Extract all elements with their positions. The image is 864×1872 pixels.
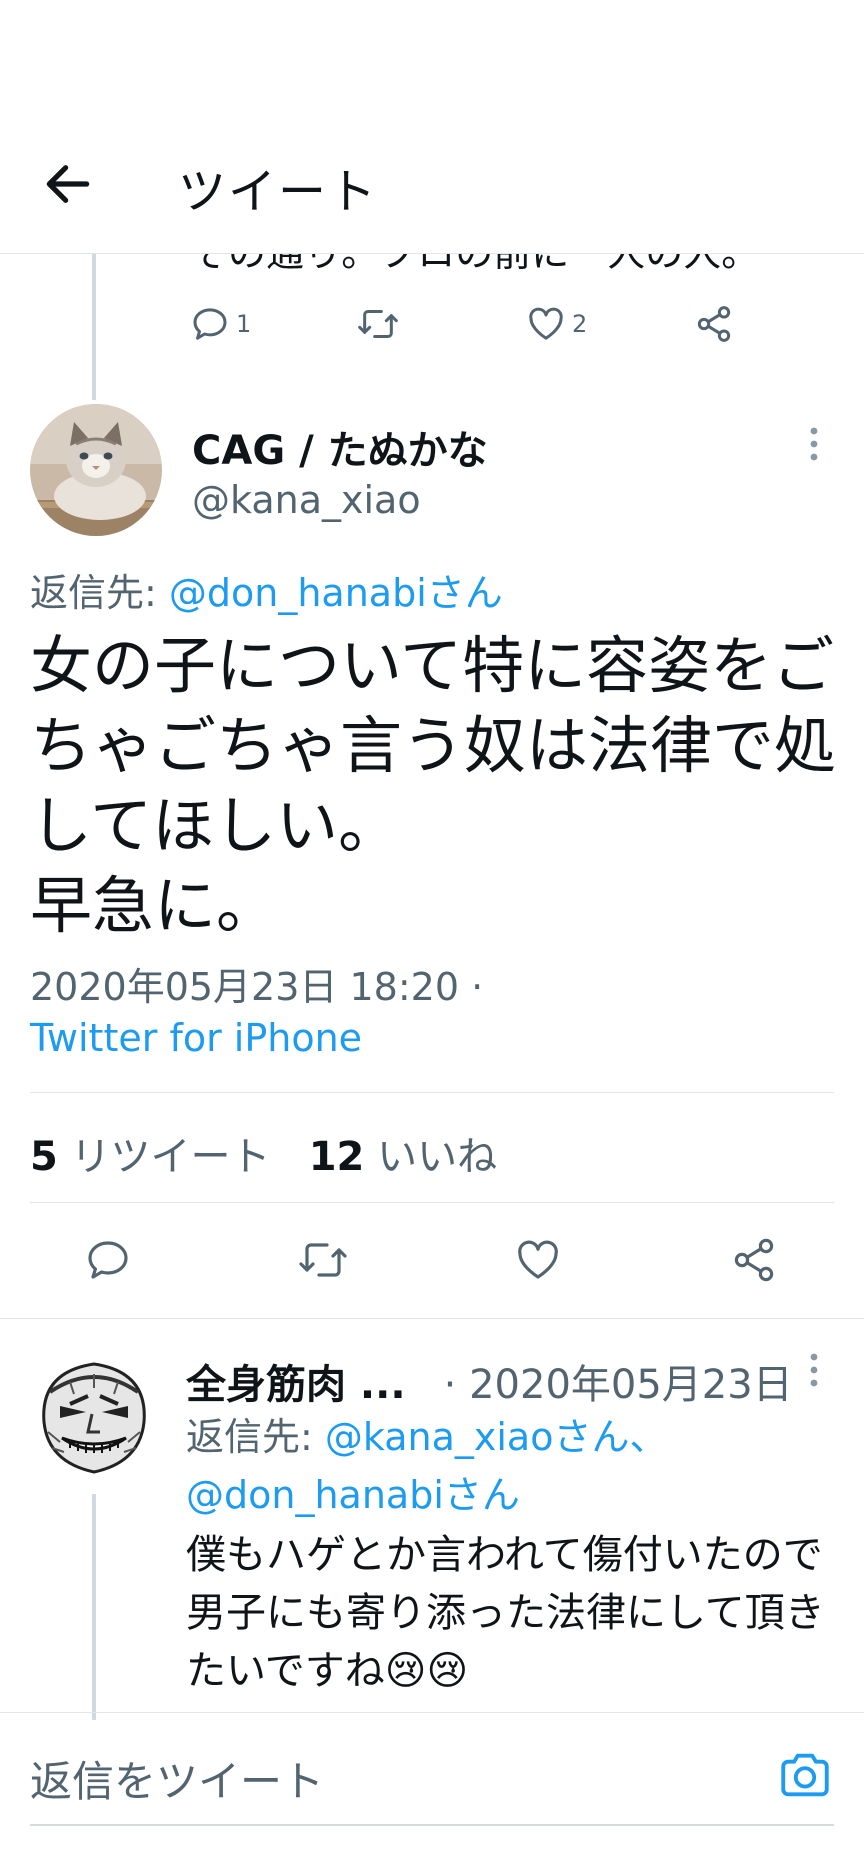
like-button[interactable] — [514, 1236, 562, 1284]
user-handle[interactable]: @kana_xiao — [192, 478, 421, 522]
prev-share-button[interactable] — [694, 304, 734, 344]
app-header: ツイート — [0, 0, 864, 254]
compose-divider-top — [0, 1712, 864, 1713]
compose-divider-bottom — [30, 1824, 834, 1826]
reply-icon — [193, 308, 227, 340]
prev-reply-button[interactable]: 1 — [190, 304, 251, 344]
thread-line-reply — [92, 1494, 96, 1720]
tweet-source[interactable]: Twitter for iPhone — [30, 1016, 362, 1060]
avatar[interactable] — [30, 404, 162, 536]
back-arrow-icon — [46, 165, 90, 203]
tweet-text: 女の子について特に容姿をごちゃごちゃ言う奴は法律で処してほしい。 早急に。 — [30, 629, 837, 942]
cat-avatar-image — [30, 404, 162, 536]
stats-divider-top — [30, 1092, 834, 1093]
more-button[interactable] — [806, 424, 822, 464]
reply-button[interactable] — [84, 1236, 132, 1284]
reply-avatar[interactable] — [30, 1352, 158, 1480]
share-icon — [734, 1238, 774, 1282]
share-button[interactable] — [730, 1236, 778, 1284]
reply-display-name[interactable]: 全身筋肉 ... — [186, 1362, 406, 1408]
like-label: いいね — [377, 1134, 498, 1180]
more-icon — [810, 427, 818, 461]
reply-to-link[interactable]: @don_hanabiさん — [169, 571, 503, 615]
tweet-timestamp[interactable]: 2020年05月23日 18:20 · — [30, 956, 483, 1011]
reply-icon — [88, 1241, 128, 1279]
retweet-count: 5 — [30, 1134, 58, 1180]
thread-line-top — [92, 254, 96, 400]
camera-button[interactable] — [776, 1746, 834, 1804]
reply-compose-input[interactable]: 返信をツイート — [30, 1748, 324, 1809]
like-icon — [518, 1240, 558, 1279]
prev-retweet-button[interactable] — [356, 304, 400, 344]
prev-like-count: 2 — [572, 310, 588, 338]
tweet-stats: 5 リツイート 12 いいね — [30, 1124, 497, 1182]
stats-divider-bottom — [30, 1202, 834, 1203]
like-stat[interactable]: 12 いいね — [309, 1134, 497, 1180]
retweet-stat[interactable]: 5 リツイート — [30, 1134, 271, 1180]
reply-prefix: 返信先: — [186, 1415, 325, 1459]
manga-face-avatar-image — [30, 1352, 158, 1480]
retweet-icon — [299, 1243, 347, 1277]
camera-icon — [781, 1753, 829, 1797]
reply-to-link-1[interactable]: @kana_xiaoさん、 — [325, 1415, 668, 1459]
tweet-detail-screen: その通り。プロの前に一人の人。 1 2 CAG / たぬかな @ — [0, 0, 864, 1872]
retweet-button[interactable] — [296, 1236, 350, 1284]
page-title: ツイート — [178, 164, 379, 220]
retweet-label: リツイート — [70, 1134, 271, 1180]
display-name[interactable]: CAG / たぬかな — [192, 418, 488, 476]
reply-prefix: 返信先: — [30, 571, 169, 615]
retweet-icon — [358, 310, 398, 338]
back-button[interactable] — [40, 156, 96, 212]
prev-like-button[interactable]: 2 — [526, 304, 587, 344]
like-icon — [529, 307, 563, 340]
reply-text: 僕もハゲとか言われて傷付いたので男子にも寄り添った法律にして頂きたいですね😢😢 — [186, 1532, 825, 1694]
replying-to: 返信先: @don_hanabiさん — [30, 562, 503, 617]
prev-reply-count: 1 — [236, 310, 252, 338]
reply-replying-to: 返信先: @kana_xiaoさん、 @don_hanabiさん — [186, 1408, 826, 1524]
reply-more-button[interactable] — [806, 1350, 822, 1390]
action-bar-divider — [0, 1318, 864, 1319]
like-count: 12 — [308, 1134, 365, 1180]
reply-header: 全身筋肉 ... · 2020年05月23日 — [186, 1352, 793, 1410]
more-icon — [810, 1353, 818, 1387]
reply-date[interactable]: · 2020年05月23日 — [444, 1362, 793, 1408]
reply-to-link-2[interactable]: @don_hanabiさん — [186, 1473, 520, 1517]
share-icon — [697, 306, 731, 342]
